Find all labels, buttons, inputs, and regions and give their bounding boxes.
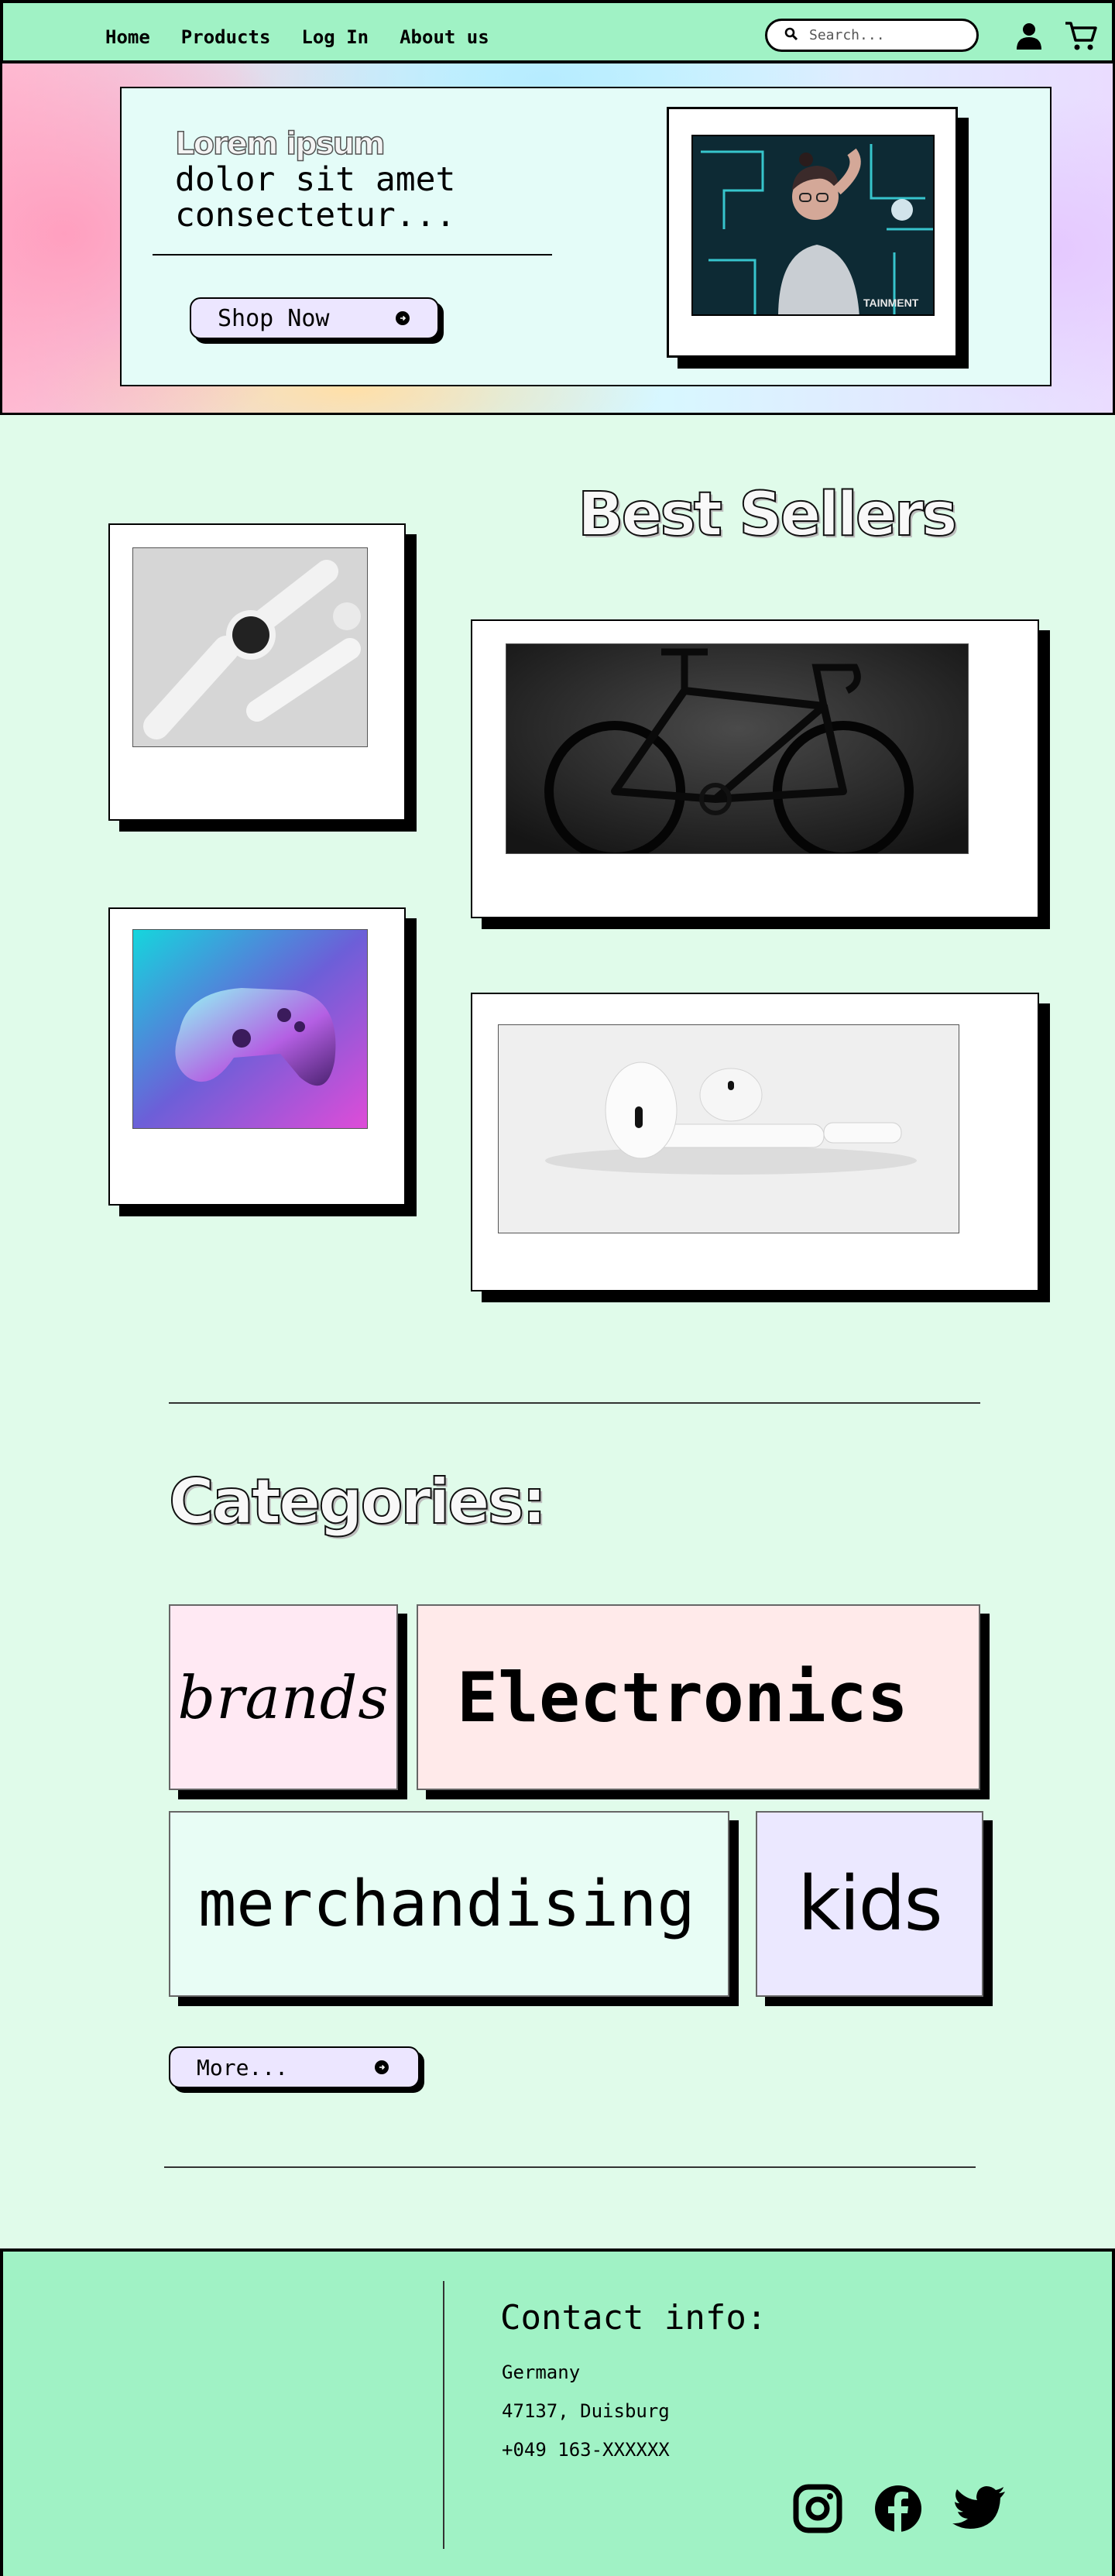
hero-image-frame: TAINMENT	[667, 107, 958, 358]
product-card-controller[interactable]	[108, 907, 406, 1206]
controller-image	[132, 929, 368, 1129]
hero-banner: Lorem ipsum dolor sit amet consectetur..…	[0, 63, 1115, 415]
hero-headline-rest: dolor sit amet consectetur...	[175, 160, 456, 235]
contact-city: 47137, Duisburg	[502, 2400, 670, 2422]
nav-links: Home Products Log In About us	[105, 26, 489, 48]
more-label: More...	[197, 2054, 289, 2080]
shop-now-button[interactable]: Shop Now	[190, 297, 439, 339]
nav-login-link[interactable]: Log In	[301, 26, 369, 48]
category-electronics[interactable]: Electronics	[417, 1604, 980, 1790]
category-electronics-label: Electronics	[457, 1657, 908, 1737]
category-merchandising[interactable]: merchandising	[169, 1811, 729, 1997]
earbuds-image	[498, 1024, 959, 1233]
search-input[interactable]	[809, 27, 956, 43]
contact-phone: +049 163-XXXXXX	[502, 2439, 670, 2461]
nav-home-link[interactable]: Home	[105, 26, 150, 48]
smartwatch-image	[132, 547, 368, 747]
cart-icon[interactable]	[1062, 17, 1100, 54]
bike-image	[506, 643, 969, 854]
hero-headline-outlined: Lorem ipsum	[174, 125, 386, 163]
product-card-smartwatch[interactable]	[108, 523, 406, 821]
category-merchandising-label: merchandising	[198, 1867, 695, 1941]
neon-portrait-illustration: TAINMENT	[693, 136, 933, 314]
section-divider-top	[169, 1402, 980, 1404]
search-box[interactable]	[765, 19, 979, 52]
contact-title: Contact info:	[500, 2298, 767, 2338]
nav-about-link[interactable]: About us	[400, 26, 489, 48]
product-card-earbuds[interactable]	[471, 993, 1039, 1291]
more-categories-button[interactable]: More...	[169, 2046, 420, 2088]
arrow-right-icon	[375, 2060, 389, 2074]
hero-divider	[153, 254, 552, 256]
shop-now-label: Shop Now	[218, 304, 330, 332]
user-icon[interactable]	[1010, 17, 1048, 54]
category-kids[interactable]: kids	[756, 1811, 983, 1997]
arrow-right-icon	[396, 311, 410, 325]
category-brands-label: brands	[177, 1662, 389, 1732]
instagram-icon[interactable]	[791, 2482, 845, 2536]
hero-headline: Lorem ipsum dolor sit amet consectetur..…	[174, 125, 500, 235]
hero-image: TAINMENT	[691, 135, 935, 316]
nav-products-link[interactable]: Products	[181, 26, 271, 48]
hero-card: Lorem ipsum dolor sit amet consectetur..…	[120, 87, 1052, 386]
search-icon[interactable]	[784, 27, 798, 44]
facebook-icon[interactable]	[871, 2482, 925, 2536]
section-divider-bottom	[164, 2166, 976, 2168]
best-sellers-title: Best Sellers	[577, 479, 959, 551]
category-brands[interactable]: brands	[169, 1604, 398, 1790]
twitter-icon[interactable]	[952, 2482, 1007, 2536]
svg-text:TAINMENT: TAINMENT	[863, 297, 919, 309]
footer: Contact info: Germany 47137, Duisburg +0…	[0, 2248, 1115, 2576]
top-navbar: Home Products Log In About us	[0, 0, 1115, 63]
categories-title: Categories:	[168, 1465, 547, 1538]
footer-divider	[443, 2281, 444, 2549]
contact-country: Germany	[502, 2362, 581, 2383]
product-card-bike[interactable]	[471, 619, 1039, 918]
category-kids-label: kids	[798, 1861, 942, 1947]
